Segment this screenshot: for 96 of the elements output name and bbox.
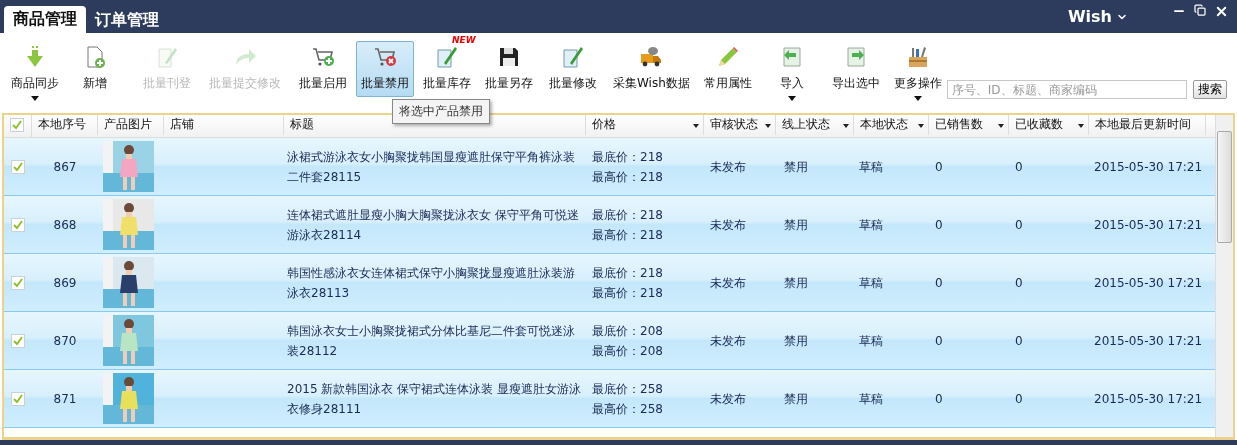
table-cell-text: 最底价：218 [592, 148, 663, 166]
caret-icon [787, 96, 796, 101]
table-cell-text: 泳裙式游泳衣女小胸聚拢韩国显瘦遮肚保守平角裤泳装二件套28115 [287, 148, 576, 186]
table-cell-text: 0 [935, 390, 943, 408]
table-cell-text: 草稿 [859, 274, 883, 292]
table-cell-text: 0 [1015, 158, 1023, 176]
column-header[interactable]: 已销售数 [929, 115, 1009, 135]
table-cell-text: 0 [1015, 390, 1023, 408]
toolbar-button[interactable]: 新增 [70, 41, 120, 97]
table-cell-text: 最高价：218 [592, 226, 663, 244]
table-cell-text: 最高价：218 [592, 284, 663, 302]
table-cell-text: 最高价：258 [592, 400, 663, 418]
document-pen-icon [435, 45, 459, 69]
table-cell-text: 867 [53, 158, 77, 176]
table-cell-text: 0 [935, 158, 943, 176]
new-label: NEW [452, 35, 476, 45]
table-cell-text: 连体裙式遮肚显瘦小胸大胸聚拢泳衣女 保守平角可悦迷游泳衣28114 [287, 206, 580, 244]
checkbox[interactable] [11, 159, 25, 174]
tooltip: 将选中产品禁用 [392, 99, 490, 124]
column-header[interactable]: 本地状态 [854, 115, 929, 135]
table-cell-text: 0 [1015, 216, 1023, 234]
document-pen-icon [155, 45, 179, 69]
column-header[interactable]: 线上状态 [776, 115, 854, 135]
table-cell-text: 未发布 [710, 274, 746, 292]
tab[interactable]: 订单管理 [86, 8, 168, 33]
close-icon[interactable] [1214, 4, 1229, 19]
table-cell-text: 禁用 [784, 390, 808, 408]
toolbar-button[interactable]: 批量另存 [480, 41, 538, 97]
table-cell-text: 0 [1015, 274, 1023, 292]
table-cell-text: 最底价：208 [592, 322, 663, 340]
table-cell-text: 禁用 [784, 216, 808, 234]
table-cell-text: 最底价：218 [592, 206, 663, 224]
checkbox[interactable] [11, 217, 25, 232]
table-cell-text: 868 [53, 216, 77, 234]
table-cell-text: 未发布 [710, 216, 746, 234]
toolbar-button[interactable]: 商品同步 [6, 41, 64, 97]
table-cell-text: 草稿 [859, 332, 883, 350]
scrollbar[interactable] [1215, 115, 1233, 437]
checkbox[interactable] [10, 117, 24, 132]
table-cell-text: 870 [53, 332, 77, 350]
table-cell-text: 禁用 [784, 332, 808, 350]
table-cell-text: 韩国性感泳衣女连体裙式保守小胸聚拢显瘦遮肚泳装游泳衣28113 [287, 264, 576, 302]
table-cell-text: 最底价：258 [592, 380, 663, 398]
table-cell-text: 禁用 [784, 158, 808, 176]
column-header[interactable]: 价格 [586, 115, 704, 135]
table-cell-text: 0 [1015, 332, 1023, 350]
table-cell-text: 韩国泳衣女士小胸聚拢裙式分体比基尼二件套可悦迷泳装28112 [287, 322, 576, 360]
table-cell-text: 未发布 [710, 390, 746, 408]
cart-plus-icon [311, 45, 335, 69]
toolbar-button[interactable]: 导出选中 [826, 41, 885, 97]
table-cell-text: 871 [53, 390, 77, 408]
toolbar-button[interactable]: 采集Wish数据 [608, 41, 695, 97]
table-cell-text: 最高价：218 [592, 168, 663, 186]
table-cell-text: 未发布 [710, 158, 746, 176]
restore-icon[interactable] [1194, 4, 1206, 19]
checkbox[interactable] [11, 275, 25, 290]
toolbar-button[interactable]: 常用属性 [698, 41, 757, 97]
checkbox[interactable] [11, 333, 25, 348]
column-header[interactable]: 产品图片 [98, 115, 164, 135]
toolbar-button[interactable]: 批量修改 [544, 41, 602, 97]
table-cell-text: 草稿 [859, 390, 883, 408]
table-cell-text: 2015 新款韩国泳衣 保守裙式连体泳装 显瘦遮肚女游泳衣修身28111 [287, 380, 582, 418]
table-cell-text: 0 [935, 332, 943, 350]
search-field[interactable]: 序号、ID、标题、商家编码 [946, 80, 1187, 99]
table-cell-text: 最高价：208 [592, 342, 663, 360]
column-header[interactable]: 审核状态 [704, 115, 776, 135]
toolbar-button[interactable]: 批量启用 [294, 41, 352, 97]
table-cell-text: 2015-05-30 17:21 [1094, 274, 1203, 292]
caret-icon [31, 96, 39, 101]
table-cell-text: 未发布 [710, 332, 746, 350]
table-cell-text: 最底价：218 [592, 264, 663, 282]
toolbar-button[interactable]: 导入 [766, 41, 817, 97]
truck-icon [639, 45, 664, 69]
column-header[interactable]: 已收藏数 [1009, 115, 1089, 135]
column-header[interactable]: 本地序号 [32, 115, 98, 135]
table-cell-text: 2015-05-30 17:21 [1094, 158, 1203, 176]
toolbar-button[interactable]: 批量禁用 [356, 41, 414, 97]
column-header[interactable]: 店铺 [164, 115, 284, 135]
checkbox[interactable] [11, 391, 25, 406]
caret-icon [913, 96, 922, 101]
table-cell-text: 草稿 [859, 216, 883, 234]
search-button[interactable]: 搜索 [1192, 80, 1227, 99]
table-cell-text: 草稿 [859, 158, 883, 176]
cart-remove-icon [373, 45, 397, 69]
table-cell-text: 0 [935, 274, 943, 292]
table-cell-text: 禁用 [784, 274, 808, 292]
table-cell-text: 2015-05-30 17:21 [1094, 216, 1203, 234]
column-header[interactable]: 本地最后更新时间 [1089, 115, 1206, 135]
table-cell-text: 2015-05-30 17:21 [1094, 390, 1203, 408]
toolbar-button[interactable]: 更多操作 [888, 41, 947, 97]
tab[interactable]: 商品管理 [4, 6, 86, 33]
document-pen-icon [561, 45, 585, 69]
table-cell-text: 2015-05-30 17:21 [1094, 332, 1203, 350]
table-cell-text: 0 [935, 216, 943, 234]
platform-dropdown[interactable]: Wish [1067, 7, 1128, 26]
table-cell-text: 869 [53, 274, 77, 292]
